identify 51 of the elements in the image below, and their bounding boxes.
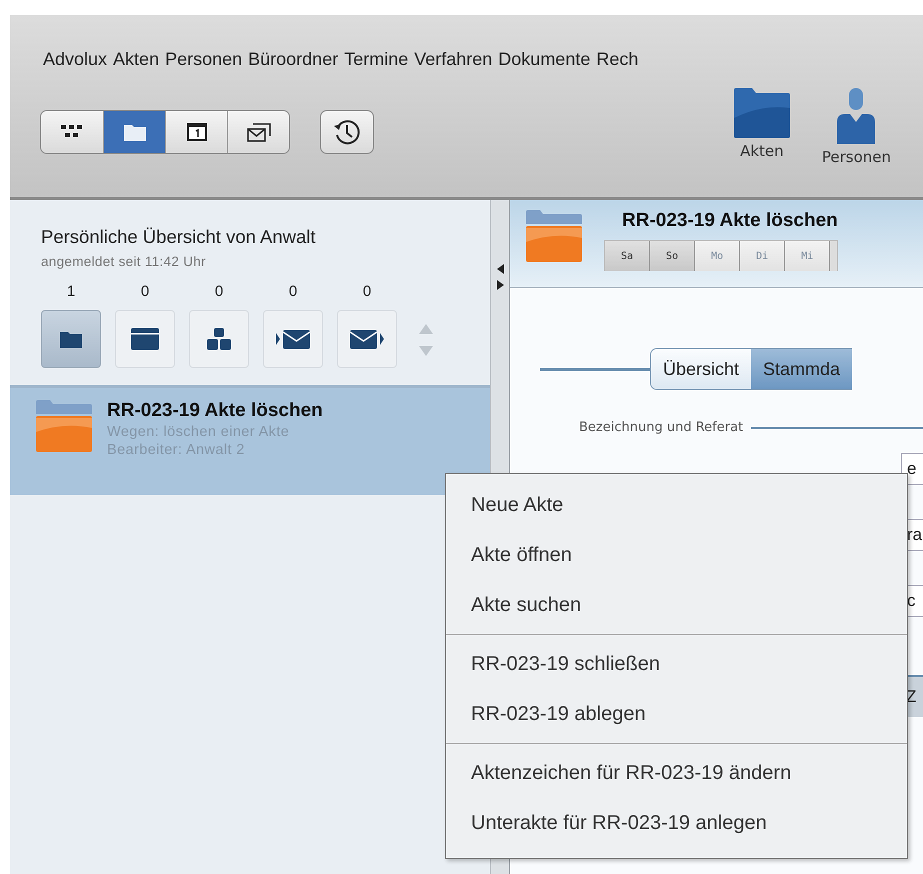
view-button[interactable] [227,111,289,153]
mail-stack-icon [246,122,272,142]
menu-item[interactable]: Termine [344,49,408,70]
folder-icon [36,400,92,452]
count-label: 0 [288,283,298,300]
menu-item[interactable]: Dokumente [498,49,590,70]
view-button[interactable] [165,111,227,153]
menu-item[interactable]: Akten [113,49,160,70]
count-label: 0 [362,283,372,300]
view-button[interactable] [41,111,103,153]
expand-right-icon[interactable] [496,280,504,290]
blocks-icon [206,328,232,350]
incoming-mail-icon [276,329,310,349]
menu-item[interactable]: Rech [596,49,638,70]
menu-item[interactable]: Verfahren [414,49,492,70]
folder-icon [734,88,790,138]
day-tab[interactable]: So [650,241,696,271]
count-label: 1 [66,283,76,300]
menu-item[interactable]: Aktenzeichen für RR-023-19 ändern [446,748,907,798]
grid-icon [61,125,83,139]
count-label: 0 [214,283,224,300]
file-title: RR-023-19 Akte löschen [107,400,323,422]
overview-title: Persönliche Übersicht von Anwalt [41,226,317,248]
folder-icon [124,123,146,141]
count-label: 0 [140,283,150,300]
toolbar-button[interactable]: Akten [730,88,794,166]
collapse-left-icon[interactable] [496,264,504,274]
day-tab[interactable]: Sa [605,241,650,271]
category-button[interactable] [189,310,249,368]
calendar-icon [186,123,206,141]
view-tab[interactable]: Übersicht [651,349,752,389]
view-tab[interactable]: Stammda [751,349,852,389]
window-icon [131,328,159,350]
category-button[interactable] [337,310,397,368]
menu-item[interactable]: Büroordner [248,49,338,70]
category-button[interactable] [41,310,101,368]
outgoing-mail-icon [350,329,384,349]
person-icon [835,88,878,144]
section-label: Bezeichnung und Referat [579,420,744,435]
folder-icon [526,210,582,262]
category-button[interactable] [115,310,175,368]
history-button[interactable] [320,110,374,154]
file-title: RR-023-19 Akte löschen [622,210,838,232]
menu-item[interactable]: Personen [165,49,242,70]
menu-item[interactable]: Advolux [43,49,108,70]
folder-icon [60,330,82,348]
menu-item[interactable]: Unterakte für RR-023-19 anlegen [446,798,907,848]
category-button[interactable] [263,310,323,368]
toolbar-button[interactable]: Personen [818,88,895,166]
history-icon [333,118,361,146]
login-time: angemeldet seit 11:42 Uhr [41,254,207,269]
